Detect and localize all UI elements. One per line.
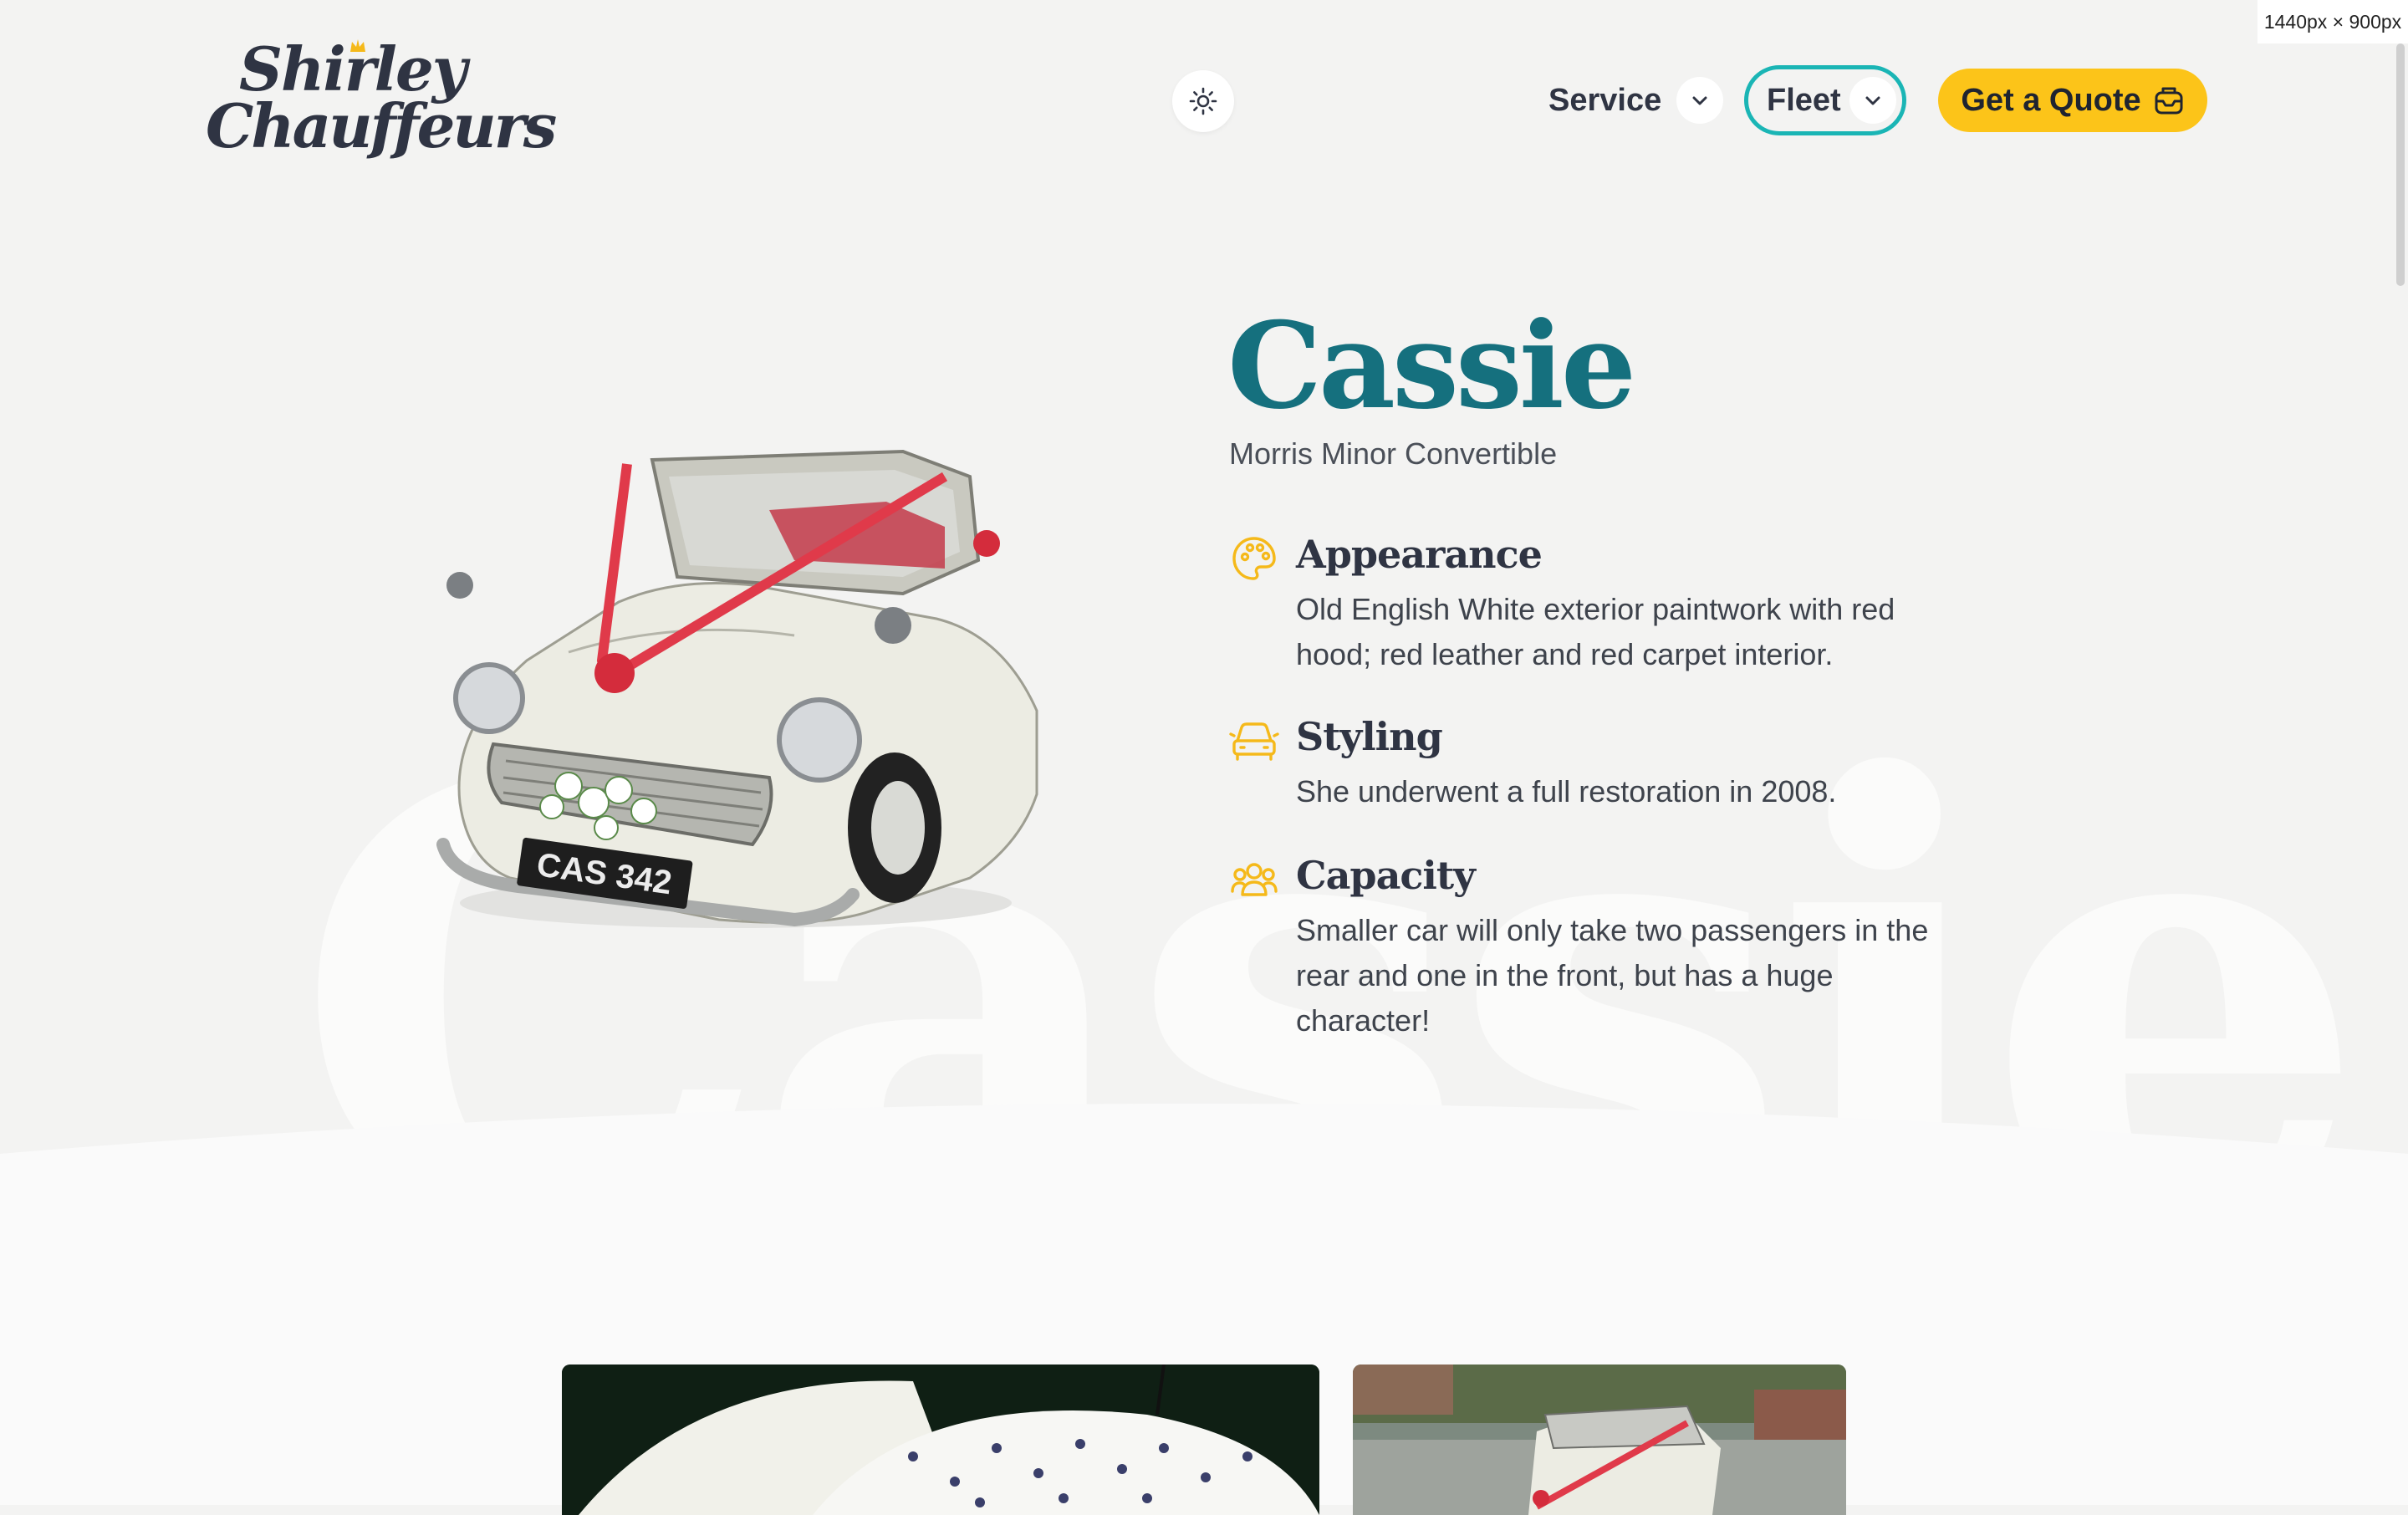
sun-icon — [1189, 87, 1217, 115]
brand-logo[interactable]: Shirley Chauffeurs — [206, 33, 557, 167]
viewport-size-label: 1440px × 900px — [2258, 0, 2408, 43]
nav-service-label: Service — [1548, 82, 1662, 118]
palette-icon — [1232, 537, 1276, 580]
gallery-photo-car-driveway[interactable] — [1353, 1365, 1846, 1515]
feature-text: She underwent a full restoration in 2008… — [1296, 774, 1837, 809]
gallery-photo-umbrellas[interactable] — [562, 1365, 1319, 1515]
scrollbar-thumb[interactable] — [2396, 43, 2405, 286]
chevron-down-icon[interactable] — [1849, 77, 1896, 124]
feature-title: Capacity — [1296, 853, 1476, 898]
chevron-down-icon[interactable] — [1676, 77, 1724, 124]
feature-title: Appearance — [1296, 532, 1543, 577]
users-icon — [1231, 863, 1278, 896]
feature-appearance: Appearance Old English White exterior pa… — [1229, 532, 1965, 677]
logo-line-2: Chauffeurs — [206, 90, 557, 161]
feature-title: Styling — [1296, 714, 1443, 759]
vehicle-name: Cassie — [1227, 297, 1636, 436]
nav-service[interactable]: Service — [1548, 65, 1724, 135]
crown-icon — [350, 39, 365, 52]
driveway-photo-illustration — [1353, 1365, 1846, 1515]
get-a-quote-button[interactable]: Get a Quote — [1938, 69, 2207, 132]
feature-text: Smaller car will only take two passenger… — [1296, 913, 1929, 1038]
quote-button-label: Get a Quote — [1961, 82, 2141, 118]
mailbox-icon — [2155, 87, 2183, 115]
car-icon — [1229, 722, 1279, 761]
umbrella-photo-illustration — [562, 1365, 1319, 1515]
theme-toggle-button[interactable] — [1172, 70, 1234, 132]
feature-styling: Styling She underwent a full restoration… — [1229, 714, 1965, 814]
car-image: CAS 342 — [436, 449, 1038, 928]
nav-fleet-label: Fleet — [1767, 82, 1841, 118]
vehicle-model: Morris Minor Convertible — [1229, 436, 1558, 471]
feature-text: Old English White exterior paintwork wit… — [1296, 592, 1895, 671]
nav-fleet[interactable]: Fleet — [1744, 65, 1906, 135]
feature-capacity: Capacity Smaller car will only take two … — [1229, 853, 1965, 1043]
